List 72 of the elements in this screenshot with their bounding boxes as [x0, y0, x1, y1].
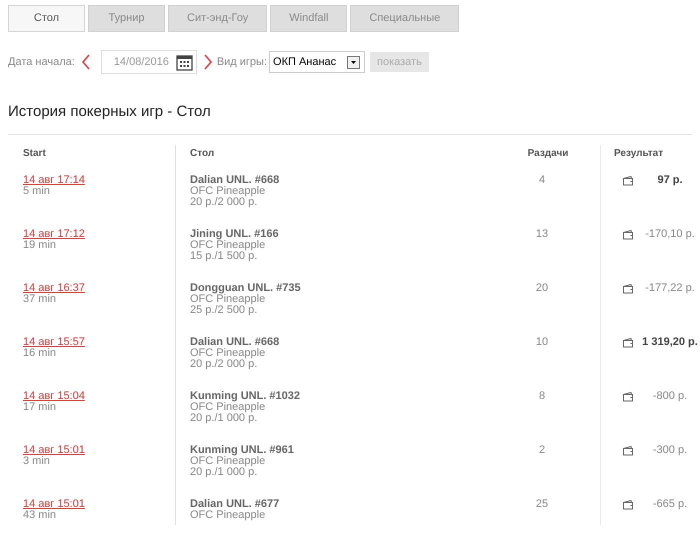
game-type-text: OFC Pineapple: [190, 348, 266, 358]
table-name: Dalian UNL. #677: [190, 498, 280, 510]
chevron-left-icon[interactable]: [80, 54, 91, 70]
stakes-text: 20 р./1 000 р.: [190, 412, 258, 424]
stakes-text: 20 р./2 000 р.: [190, 196, 258, 208]
tab[interactable]: Сит-энд-Гоу: [168, 5, 268, 32]
stakes-text: 25 р./2 500 р.: [190, 304, 258, 316]
page-heading: История покерных игр - Стол: [7, 102, 212, 122]
table-name: Kunming UNL. #961: [190, 444, 294, 456]
result-amount: -177,22 р.: [644, 282, 696, 294]
game-type-text: OFC Pineapple: [190, 186, 266, 196]
hands-count: 8: [538, 390, 546, 404]
start-time-link[interactable]: 14 авг 16:37: [23, 282, 85, 294]
result-amount: 97 р.: [656, 174, 684, 186]
wallet-icon: [622, 336, 634, 348]
game-type-text: OFC Pineapple: [190, 510, 266, 520]
column-header: Start: [23, 146, 47, 160]
hands-count: 10: [536, 336, 548, 350]
start-time-link[interactable]: 14 авг 15:04: [23, 390, 85, 402]
duration-text: 37 min: [23, 294, 56, 304]
date-field[interactable]: 14/08/2016: [100, 50, 197, 74]
duration-text: 3 min: [23, 456, 50, 466]
game-type-text: OFC Pineapple: [190, 294, 266, 304]
tab[interactable]: Специальные: [350, 5, 460, 32]
hands-count: 20: [536, 282, 548, 296]
tab[interactable]: Стол: [8, 5, 85, 32]
start-time-link[interactable]: 14 авг 17:12: [23, 228, 85, 240]
game-type-label: Вид игры:: [216, 54, 268, 70]
duration-text: 43 min: [23, 510, 56, 520]
table-name: Dalian UNL. #668: [190, 336, 280, 348]
start-time-link[interactable]: 14 авг 15:01: [23, 498, 85, 510]
game-type-text: OFC Pineapple: [190, 240, 266, 250]
result-amount: -300 р.: [652, 444, 688, 456]
result-amount: -170,10 р.: [644, 228, 696, 240]
hands-count: 2: [538, 444, 546, 458]
game-type-text: OFC Pineapple: [190, 402, 266, 412]
wallet-icon: [622, 174, 634, 186]
hands-count: 25: [536, 498, 548, 512]
wallet-icon: [622, 444, 634, 456]
start-time-link[interactable]: 14 авг 15:57: [23, 336, 85, 348]
table-name: Dongguan UNL. #735: [190, 282, 301, 294]
game-type-text: OFC Pineapple: [190, 456, 266, 466]
stakes-text: 20 р./1 000 р.: [190, 466, 258, 478]
calendar-icon: [176, 54, 193, 70]
wallet-icon: [622, 390, 634, 402]
duration-text: 19 min: [23, 240, 56, 250]
table-name: Dalian UNL. #668: [190, 174, 280, 186]
result-amount: 1 319,20 р.: [641, 336, 699, 348]
chevron-right-icon[interactable]: [202, 54, 213, 70]
date-label: Дата начала:: [8, 54, 75, 70]
column-header: Результат: [614, 146, 664, 160]
column-header: Раздачи: [526, 146, 570, 160]
duration-text: 17 min: [23, 402, 56, 412]
table-name: Jining UNL. #166: [190, 228, 279, 240]
table-name: Kunming UNL. #1032: [190, 390, 300, 402]
hands-count: 4: [538, 174, 546, 188]
hands-count: 13: [536, 228, 548, 242]
duration-text: 16 min: [23, 348, 56, 358]
duration-text: 5 min: [23, 186, 50, 196]
start-time-link[interactable]: 14 авг 15:01: [23, 444, 85, 456]
stakes-text: 20 р./2 000 р.: [190, 358, 258, 370]
tab[interactable]: Турнир: [88, 5, 165, 32]
stakes-text: 15 р./1 500 р.: [190, 250, 258, 262]
start-time-link[interactable]: 14 авг 17:14: [23, 174, 85, 186]
wallet-icon: [622, 228, 634, 240]
result-amount: -665 р.: [652, 498, 688, 510]
wallet-icon: [622, 282, 634, 294]
wallet-icon: [622, 498, 634, 510]
tab[interactable]: Windfall: [270, 5, 348, 32]
column-header: Стол: [190, 146, 214, 160]
result-amount: -800 р.: [652, 390, 688, 402]
game-type-select[interactable]: ОКП Ананас: [269, 51, 366, 73]
